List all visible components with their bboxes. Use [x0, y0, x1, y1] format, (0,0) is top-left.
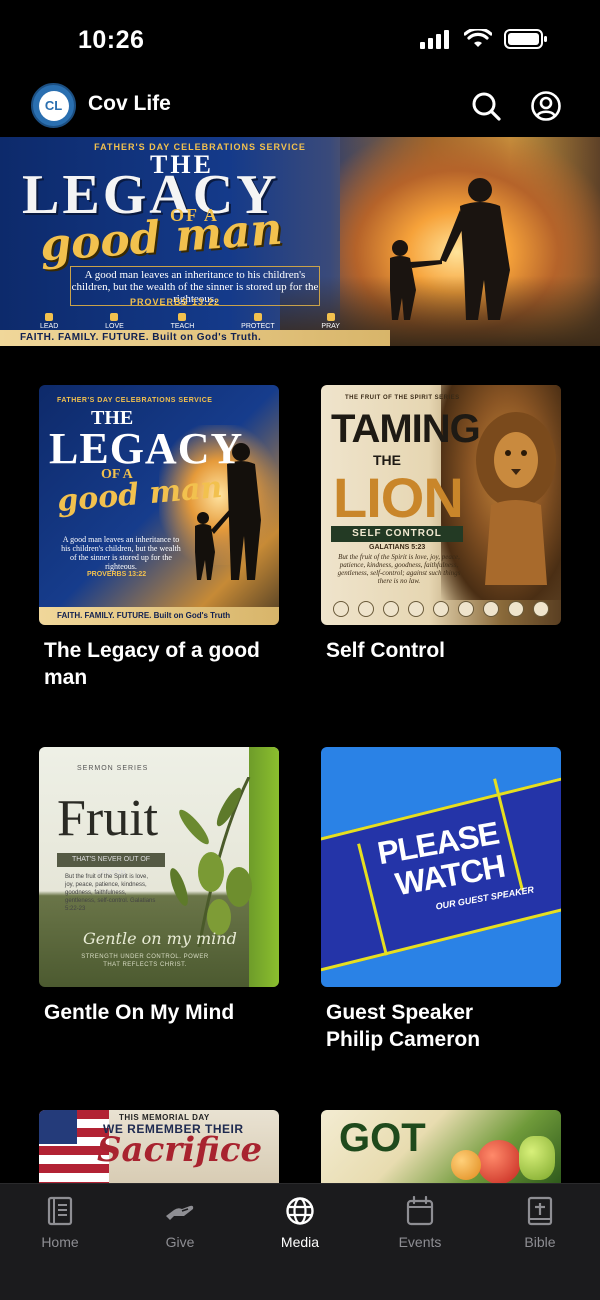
tab-label: Give — [165, 1234, 195, 1250]
tab-give[interactable]: Give — [120, 1184, 240, 1264]
wifi-icon — [464, 29, 492, 47]
hero-values: LEAD LOVE TEACH PROTECT PRAY — [40, 313, 340, 330]
media-card[interactable]: SERMON SERIES Fruit THAT'S NEVER OUT OF … — [39, 747, 279, 1026]
tab-bar: Home Give Media Events Bible — [0, 1183, 600, 1300]
thumb-reference: PROVERBS 13:22 — [87, 571, 147, 578]
account-icon[interactable] — [530, 90, 562, 122]
media-title[interactable]: Self Control — [326, 637, 566, 664]
calendar-icon — [406, 1196, 434, 1226]
thumb-legacy: LEGACY — [49, 424, 244, 473]
hero-reference: PROVERBS 13:22 — [130, 297, 221, 307]
thumb-eyebrow: FATHER'S DAY CELEBRATIONS SERVICE — [57, 397, 213, 404]
media-thumbnail[interactable]: FATHER'S DAY CELEBRATIONS SERVICE THE LE… — [39, 385, 279, 625]
thumb-series: SERMON SERIES — [77, 765, 149, 772]
app-title: Cov Life — [88, 92, 171, 115]
thumb-eyebrow: THIS MEMORIAL DAY — [119, 1113, 210, 1122]
olive-branch-illustration — [170, 777, 252, 947]
media-title[interactable]: Gentle On My Mind — [44, 999, 284, 1026]
father-son-silhouette — [390, 178, 510, 320]
fruit-icon — [483, 601, 499, 617]
media-card[interactable]: GOT — [321, 1110, 561, 1183]
media-thumbnail[interactable]: THIS MEMORIAL DAY WE REMEMBER THEIR Sacr… — [39, 1110, 279, 1183]
media-card[interactable]: PLEASE WATCH OUR GUEST SPEAKER Guest Spe… — [321, 747, 561, 1053]
hero-value-item: PRAY — [321, 313, 340, 330]
thumb-verse: But the fruit of the Spirit is love, joy… — [337, 553, 461, 585]
fruit-icon — [333, 601, 349, 617]
hero-value-item: TEACH — [171, 313, 195, 330]
thumb-quote: A good man leaves an inheritance to his … — [61, 535, 181, 571]
tab-home[interactable]: Home — [0, 1184, 120, 1264]
globe-icon — [286, 1197, 314, 1225]
thumb-fruit: Fruit — [57, 790, 159, 847]
give-hand-icon — [166, 1205, 194, 1220]
fruit-icon — [533, 601, 549, 617]
apple-graphic — [477, 1140, 521, 1183]
orange-graphic — [451, 1150, 481, 1180]
media-card[interactable]: THE FRUIT OF THE SPIRIT SERIES TAMING TH… — [321, 385, 561, 664]
fruit-icon — [458, 601, 474, 617]
thumb-sacrifice: Sacrifice — [97, 1130, 263, 1170]
app-logo[interactable]: CL — [31, 83, 76, 128]
thumb-subtitle: THAT'S NEVER OUT OF SEASON — [57, 853, 165, 877]
app-logo-mark: CL — [38, 90, 69, 121]
book-icon — [47, 1196, 73, 1226]
thumb-footer: FAITH. FAMILY. FUTURE. Built on God's Tr… — [39, 607, 279, 625]
hero-value-item: LEAD — [40, 313, 58, 330]
media-thumbnail[interactable]: SERMON SERIES Fruit THAT'S NEVER OUT OF … — [39, 747, 279, 987]
media-title[interactable]: The Legacy of a good man — [44, 637, 284, 691]
fruit-icon — [358, 601, 374, 617]
media-thumbnail[interactable]: GOT — [321, 1110, 561, 1183]
search-icon[interactable] — [470, 90, 502, 122]
hero-value-item: PROTECT — [241, 313, 274, 330]
app-header: CL Cov Life — [0, 80, 600, 136]
thumb-verse: But the fruit of the Spirit is love, joy… — [65, 874, 156, 912]
thumb-reference: GALATIANS 5:23 — [369, 544, 426, 551]
flag-canton — [39, 1110, 77, 1144]
status-time: 10:26 — [78, 26, 145, 54]
thumb-eyebrow: THE FRUIT OF THE SPIRIT SERIES — [345, 395, 460, 401]
thumb-taming: TAMING — [331, 407, 481, 451]
tab-label: Bible — [524, 1234, 556, 1250]
hero-value-item: LOVE — [105, 313, 124, 330]
tab-label: Home — [41, 1234, 79, 1250]
thumb-strength: STRENGTH UNDER CONTROL. POWER THAT REFLE… — [81, 954, 209, 968]
tab-events[interactable]: Events — [360, 1184, 480, 1264]
lion-illustration — [476, 412, 556, 585]
thumb-got: GOT — [339, 1116, 426, 1160]
thumb-banner: SELF CONTROL — [331, 526, 463, 542]
status-icons — [420, 28, 548, 50]
bible-icon — [527, 1196, 553, 1226]
tab-media[interactable]: Media — [240, 1184, 360, 1264]
tab-bible[interactable]: Bible — [480, 1184, 600, 1264]
media-card[interactable]: FATHER'S DAY CELEBRATIONS SERVICE THE LE… — [39, 385, 279, 691]
thumb-lion: LION — [333, 466, 464, 529]
featured-banner[interactable]: FATHER'S DAY CELEBRATIONS SERVICE THE LE… — [0, 137, 600, 346]
tab-label: Events — [398, 1234, 442, 1250]
grapes-graphic — [519, 1136, 555, 1180]
media-title[interactable]: Guest Speaker Philip Cameron — [326, 999, 526, 1053]
media-thumbnail[interactable]: THE FRUIT OF THE SPIRIT SERIES TAMING TH… — [321, 385, 561, 625]
fruit-icon — [508, 601, 524, 617]
fruit-icons-row — [333, 601, 549, 617]
tab-label: Media — [280, 1234, 320, 1250]
fruit-icon — [408, 601, 424, 617]
thumb-gentle: Gentle on my mind — [83, 929, 237, 948]
cellular-signal-icon — [420, 30, 449, 49]
fruit-icon — [433, 601, 449, 617]
media-thumbnail[interactable]: PLEASE WATCH OUR GUEST SPEAKER — [321, 747, 561, 987]
fruit-icon — [383, 601, 399, 617]
status-bar: 10:26 — [0, 0, 600, 80]
hero-tagline: FAITH. FAMILY. FUTURE. Built on God's Tr… — [0, 330, 390, 346]
media-card[interactable]: THIS MEMORIAL DAY WE REMEMBER THEIR Sacr… — [39, 1110, 279, 1183]
battery-icon — [504, 29, 547, 49]
